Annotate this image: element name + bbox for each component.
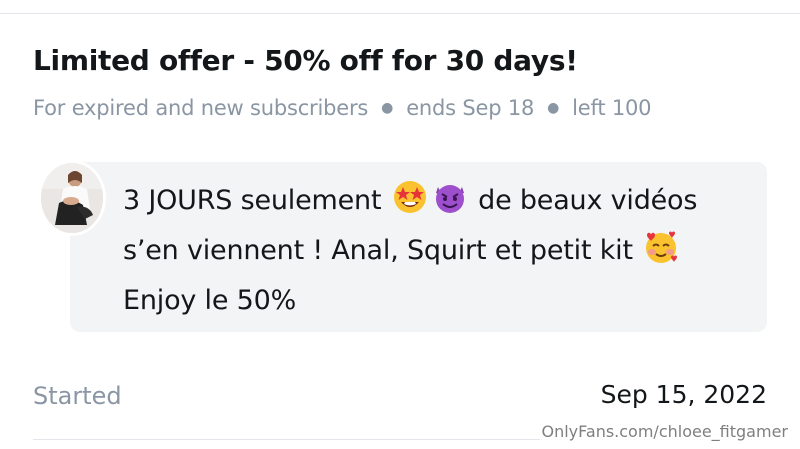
message-text: 3 JOURS seulement de beaux vidéos s’en v… <box>123 176 743 326</box>
offer-title: Limited offer - 50% off for 30 days! <box>33 44 578 77</box>
started-date: Sep 15, 2022 <box>600 380 767 409</box>
message-part-3: Enjoy le 50% <box>123 285 297 316</box>
offer-left: left 100 <box>572 96 652 120</box>
started-label: Started <box>33 382 122 410</box>
watermark: OnlyFans.com/chloee_fitgamer <box>539 422 790 441</box>
smiling-face-with-hearts-emoji <box>646 231 678 263</box>
offer-meta: For expired and new subscribers ● ends Sep… <box>33 96 652 120</box>
offer-audience: For expired and new subscribers <box>33 96 369 120</box>
offer-card: Limited offer - 50% off for 30 days! For… <box>0 0 800 449</box>
smiling-devil-emoji <box>435 185 464 213</box>
separator-dot: ● <box>381 100 394 116</box>
avatar-photo <box>41 163 103 233</box>
message-part-1: 3 JOURS seulement <box>123 185 382 216</box>
star-struck-emoji <box>393 181 426 213</box>
avatar[interactable] <box>38 160 106 236</box>
offer-ends: ends Sep 18 <box>406 96 535 120</box>
separator-dot: ● <box>547 100 560 116</box>
top-divider <box>0 13 800 14</box>
